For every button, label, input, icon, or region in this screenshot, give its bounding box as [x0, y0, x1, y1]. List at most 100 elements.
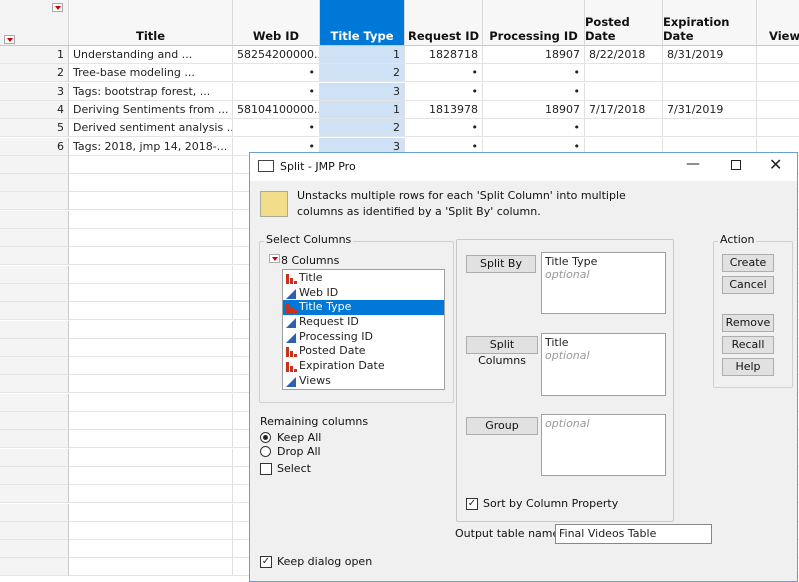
cell-title[interactable]: [69, 521, 233, 540]
cell-views[interactable]: 1: [757, 101, 799, 119]
column-header-web-id[interactable]: Web ID: [233, 0, 320, 46]
row-number[interactable]: [0, 283, 69, 302]
column-list[interactable]: Title Web ID Title Type Request ID Processin…: [282, 269, 445, 390]
cell-views[interactable]: [757, 64, 799, 83]
cell-title[interactable]: [69, 558, 233, 577]
row-number[interactable]: [0, 320, 69, 339]
cell-title[interactable]: [69, 357, 233, 376]
cell-web-id[interactable]: 58104100000...: [233, 100, 320, 119]
cell-posted-date[interactable]: [585, 119, 663, 138]
row-number[interactable]: [0, 540, 69, 559]
output-table-input[interactable]: Final Videos Table: [555, 524, 712, 544]
split-by-box[interactable]: Title Type optional: [541, 252, 666, 314]
column-list-item[interactable]: Processing ID: [283, 330, 444, 345]
cell-title[interactable]: [69, 192, 233, 211]
cell-request-id[interactable]: •: [405, 119, 483, 138]
row-number[interactable]: [0, 393, 69, 412]
remove-button[interactable]: Remove: [722, 314, 774, 332]
row-number[interactable]: [0, 558, 69, 577]
cell-views[interactable]: [757, 83, 799, 101]
cell-request-id[interactable]: 1813978: [405, 100, 483, 119]
close-button[interactable]: ✕: [769, 155, 782, 174]
columns-menu-icon[interactable]: [269, 254, 280, 263]
cell-web-id[interactable]: •: [233, 64, 320, 83]
split-columns-box[interactable]: Title optional: [541, 333, 666, 396]
cell-title[interactable]: [69, 503, 233, 522]
cell-title[interactable]: Derived sentiment analysis ...: [69, 119, 233, 138]
cell-title[interactable]: [69, 229, 233, 247]
cell-request-id[interactable]: •: [405, 82, 483, 101]
keep-all-radio[interactable]: [260, 432, 271, 443]
cell-expiration-date[interactable]: [663, 119, 757, 138]
cell-title[interactable]: [69, 338, 233, 357]
row-number[interactable]: 1: [0, 46, 69, 64]
cancel-button[interactable]: Cancel: [722, 276, 774, 294]
rows-menu-icon[interactable]: [4, 35, 15, 44]
row-number[interactable]: [0, 338, 69, 357]
column-list-item[interactable]: Web ID: [283, 286, 444, 301]
cell-web-id[interactable]: •: [233, 82, 320, 101]
row-number[interactable]: 3: [0, 82, 69, 101]
column-header-expiration-date[interactable]: Expiration Date: [663, 0, 757, 46]
cell-title[interactable]: [69, 155, 233, 174]
cell-expiration-date[interactable]: [663, 82, 757, 101]
cell-posted-date[interactable]: 7/17/2018: [585, 100, 663, 119]
cell-title[interactable]: [69, 485, 233, 504]
cell-title-type[interactable]: 1: [320, 46, 405, 64]
sort-checkbox[interactable]: ✓: [466, 498, 478, 510]
row-number[interactable]: 4: [0, 100, 69, 119]
group-button[interactable]: Group: [466, 417, 538, 435]
row-number[interactable]: [0, 174, 69, 193]
cell-posted-date[interactable]: 8/22/2018: [585, 46, 663, 64]
help-button[interactable]: Help: [722, 358, 774, 376]
row-number[interactable]: 5: [0, 119, 69, 138]
cell-processing-id[interactable]: 18907: [483, 46, 585, 64]
row-number[interactable]: [0, 302, 69, 321]
cell-title[interactable]: [69, 393, 233, 412]
row-number[interactable]: 2: [0, 64, 69, 83]
row-number[interactable]: [0, 229, 69, 247]
cell-expiration-date[interactable]: [663, 64, 757, 83]
column-header-title-type[interactable]: Title Type: [320, 0, 405, 46]
cell-title[interactable]: [69, 466, 233, 485]
row-number[interactable]: 6: [0, 137, 69, 156]
row-number[interactable]: [0, 375, 69, 394]
split-columns-button[interactable]: Split Columns: [466, 336, 538, 367]
cell-title[interactable]: Tags: 2018, jmp 14, 2018-...: [69, 137, 233, 156]
cell-processing-id[interactable]: •: [483, 64, 585, 83]
row-number[interactable]: [0, 265, 69, 284]
cell-title[interactable]: [69, 210, 233, 229]
column-header-posted-date[interactable]: Posted Date: [585, 0, 663, 46]
cell-posted-date[interactable]: [585, 82, 663, 101]
cell-web-id[interactable]: •: [233, 119, 320, 138]
cell-title-type[interactable]: 2: [320, 119, 405, 138]
drop-all-radio[interactable]: [260, 446, 271, 457]
cell-expiration-date[interactable]: 7/31/2019: [663, 100, 757, 119]
column-list-item[interactable]: Expiration Date: [283, 359, 444, 374]
minimize-button[interactable]: —: [686, 156, 700, 172]
create-button[interactable]: Create: [722, 254, 774, 272]
row-number[interactable]: [0, 192, 69, 211]
cell-title[interactable]: [69, 247, 233, 266]
table-menu-icon[interactable]: [52, 3, 63, 12]
cell-title[interactable]: [69, 174, 233, 193]
cell-web-id[interactable]: 58254200000...: [233, 46, 320, 64]
column-list-item[interactable]: Request ID: [283, 315, 444, 330]
column-list-item[interactable]: Posted Date: [283, 344, 444, 359]
cell-request-id[interactable]: •: [405, 64, 483, 83]
cell-title[interactable]: [69, 430, 233, 449]
cell-title[interactable]: [69, 540, 233, 559]
column-header-views[interactable]: Views: [757, 0, 799, 46]
cell-title[interactable]: [69, 320, 233, 339]
row-number[interactable]: [0, 155, 69, 174]
column-header-title[interactable]: Title: [69, 0, 233, 46]
cell-processing-id[interactable]: 18907: [483, 100, 585, 119]
select-checkbox[interactable]: [260, 463, 272, 475]
cell-views[interactable]: [757, 46, 799, 64]
split-by-button[interactable]: Split By: [466, 255, 536, 273]
cell-title[interactable]: [69, 448, 233, 467]
maximize-button[interactable]: [731, 160, 741, 170]
column-header-processing-id[interactable]: Processing ID: [483, 0, 585, 46]
cell-expiration-date[interactable]: 8/31/2019: [663, 46, 757, 64]
cell-title[interactable]: [69, 283, 233, 302]
